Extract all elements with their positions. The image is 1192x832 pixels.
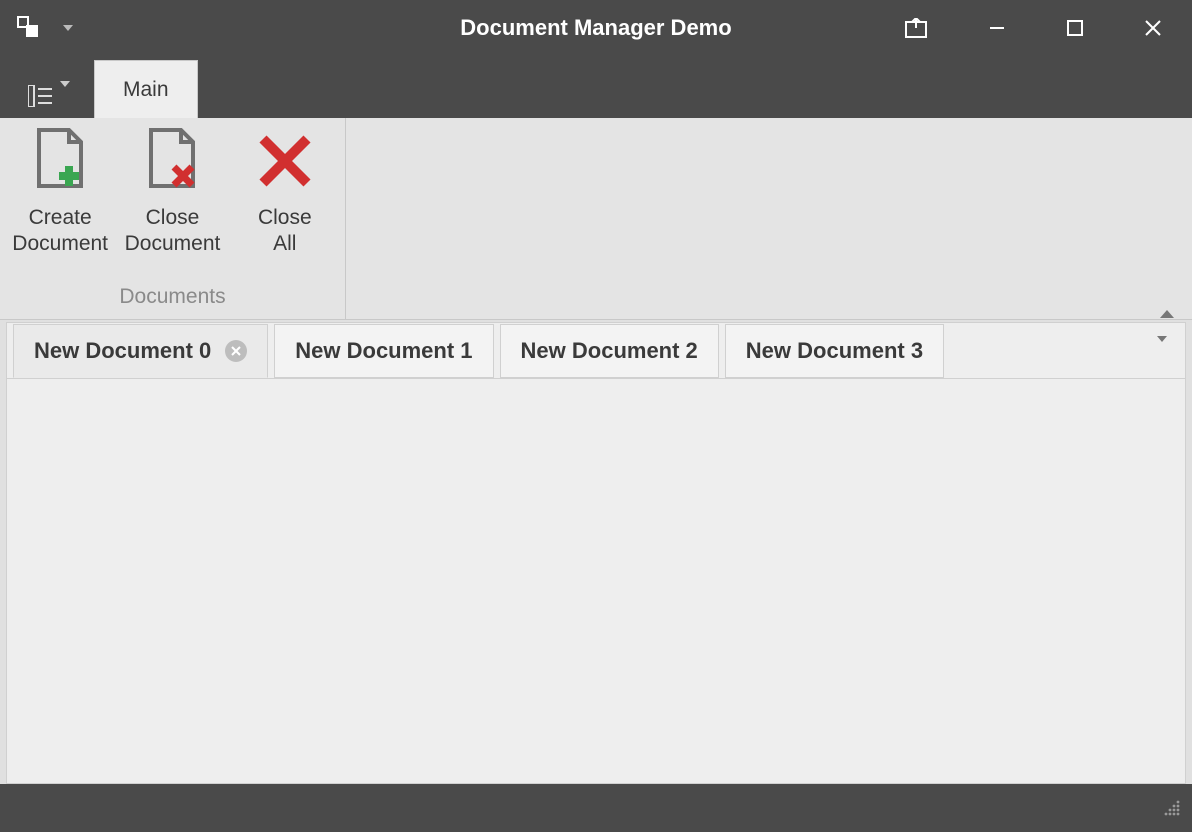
chevron-up-icon xyxy=(1160,293,1174,318)
document-tab-label: New Document 2 xyxy=(521,338,698,364)
document-list-dropdown[interactable] xyxy=(1145,334,1179,368)
file-menu-button[interactable] xyxy=(10,74,88,118)
ribbon-tab-label: Main xyxy=(123,78,169,102)
close-all-button[interactable]: CloseAll xyxy=(230,125,340,285)
create-document-button[interactable]: CreateDocument xyxy=(5,125,115,285)
document-area xyxy=(6,378,1186,784)
document-add-icon xyxy=(25,125,95,197)
ribbon-group-documents: CreateDocument CloseDocument xyxy=(0,118,346,319)
document-tab[interactable]: New Document 1 xyxy=(274,324,493,378)
quick-access-dropdown[interactable] xyxy=(58,16,78,40)
close-window-button[interactable] xyxy=(1114,0,1192,56)
document-tab[interactable]: New Document 2 xyxy=(500,324,719,378)
list-icon xyxy=(28,85,54,107)
resize-grip-icon[interactable] xyxy=(1162,798,1182,818)
ribbon-group-label: Documents xyxy=(0,285,345,319)
collapse-ribbon-button[interactable] xyxy=(1160,293,1174,311)
close-all-icon xyxy=(250,125,320,197)
maximize-button[interactable] xyxy=(1036,0,1114,56)
chevron-down-icon xyxy=(1157,342,1167,360)
chevron-down-icon xyxy=(60,87,70,105)
document-tab-label: New Document 0 xyxy=(34,338,211,364)
ribbon-tab-main[interactable]: Main xyxy=(94,60,198,118)
share-button[interactable] xyxy=(874,0,958,56)
document-close-icon xyxy=(137,125,207,197)
ribbon-tab-strip: Main xyxy=(0,56,1192,118)
close-document-button[interactable]: CloseDocument xyxy=(117,125,227,285)
button-label: CloseAll xyxy=(258,205,312,257)
document-tab-strip: New Document 0 New Document 1 New Docume… xyxy=(6,322,1186,378)
button-label: CreateDocument xyxy=(12,205,108,257)
status-bar xyxy=(0,784,1192,832)
document-tab-label: New Document 1 xyxy=(295,338,472,364)
ribbon: CreateDocument CloseDocument xyxy=(0,118,1192,320)
minimize-button[interactable] xyxy=(958,0,1036,56)
document-tab[interactable]: New Document 0 xyxy=(13,324,268,378)
document-tab[interactable]: New Document 3 xyxy=(725,324,944,378)
button-label: CloseDocument xyxy=(125,205,221,257)
title-bar: Document Manager Demo xyxy=(0,0,1192,56)
document-tab-label: New Document 3 xyxy=(746,338,923,364)
app-icon xyxy=(14,13,44,43)
close-tab-icon[interactable] xyxy=(225,340,247,362)
